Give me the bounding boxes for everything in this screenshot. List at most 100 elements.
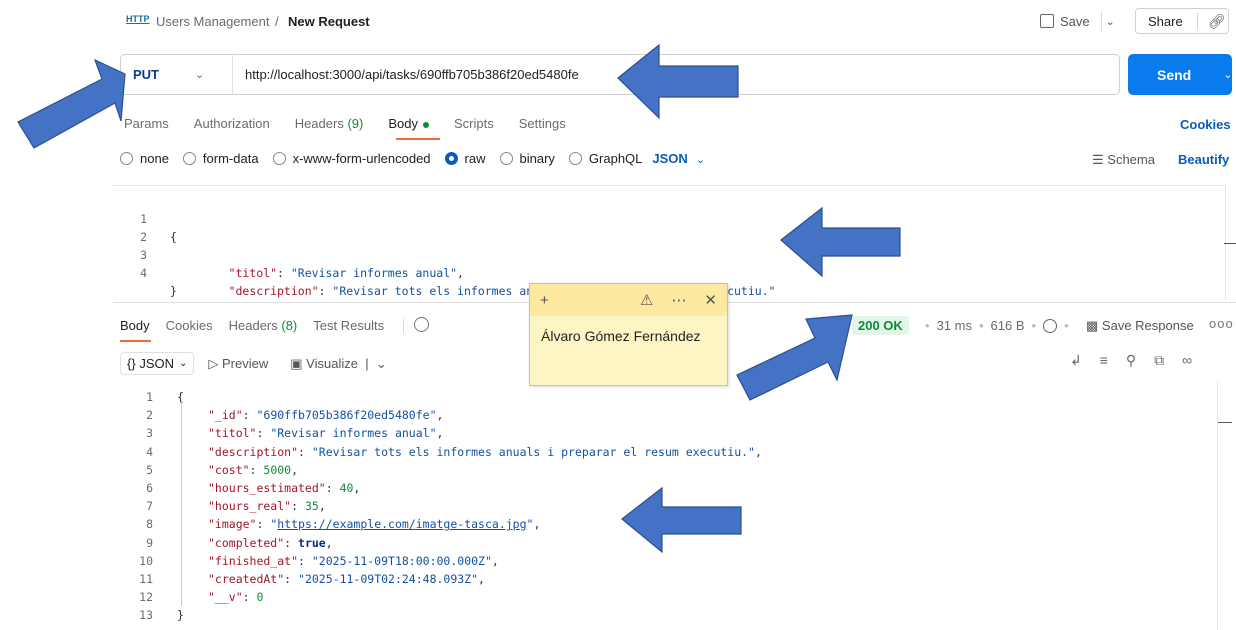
breadcrumb-parent[interactable]: Users Management	[156, 14, 269, 29]
radio-label: raw	[464, 151, 486, 166]
sliders-icon: ☰︎	[1092, 152, 1104, 167]
body-format-label: JSON	[652, 151, 688, 166]
line-number: 6	[146, 481, 153, 495]
json-link[interactable]: https://example.com/imatge-tasca.jpg	[277, 517, 526, 531]
json-key: "image"	[208, 517, 257, 532]
body-format-select[interactable]: JSON ⌄	[652, 151, 705, 166]
response-format-select[interactable]: {} JSON ⌄	[120, 352, 195, 375]
response-format-label: JSON	[139, 356, 174, 371]
active-tab-indicator	[396, 138, 440, 140]
chevron-down-icon: ⌄	[695, 154, 706, 166]
add-note-icon[interactable]: +	[540, 292, 549, 309]
tab-body[interactable]: Body	[388, 116, 429, 131]
radio-icon	[272, 152, 286, 165]
preview-button[interactable]: ▷ Preview	[208, 356, 268, 372]
tab-authorization[interactable]: Authorization	[194, 116, 270, 131]
line-number: 10	[139, 553, 153, 568]
close-icon[interactable]: ✕	[704, 291, 717, 309]
line-number: 13	[139, 608, 153, 623]
play-icon: ▷	[208, 355, 219, 371]
chevron-down-icon[interactable]: ⌄	[1223, 68, 1232, 81]
share-button[interactable]: Share 🔗︎	[1135, 8, 1229, 34]
save-button[interactable]: Save ⌄	[1040, 9, 1130, 33]
line-number: 8	[146, 517, 153, 532]
json-value: "690ffb705b386f20ed5480fe"	[256, 408, 437, 423]
tab-response-headers[interactable]: Headers (8)	[229, 318, 298, 333]
body-type-options: none form-data x-www-form-urlencoded raw…	[120, 151, 705, 166]
code-line: 2 "titol": "Revisar informes anual",	[113, 210, 464, 280]
radio-form-data[interactable]: form-data	[182, 151, 259, 166]
radio-raw[interactable]: raw	[444, 151, 486, 166]
json-key: "titol"	[208, 426, 257, 441]
active-tab-indicator	[120, 340, 151, 342]
scrollbar-marker	[1224, 243, 1236, 244]
tab-settings[interactable]: Settings	[519, 116, 566, 131]
method-label: PUT	[133, 67, 159, 82]
tab-headers[interactable]: Headers (9)	[295, 116, 364, 131]
schema-button[interactable]: ☰︎ Schema	[1092, 152, 1155, 168]
copy-icon[interactable]: ⧉	[1154, 352, 1164, 369]
more-options-icon[interactable]: ⋯	[671, 291, 686, 309]
line-number: 1	[146, 390, 153, 404]
tab-response-body[interactable]: Body	[120, 318, 150, 333]
save-response-label: Save Response	[1101, 318, 1194, 333]
visualize-button[interactable]: ▣ Visualize | ⌄	[290, 356, 386, 372]
divider	[1101, 11, 1102, 31]
sticky-note[interactable]: + ⚠︎ ⋯ ✕ Álvaro Gómez Fernández	[529, 283, 728, 386]
tab-headers-label: Headers	[294, 116, 344, 131]
response-tool-icons: ↲ ≡ ⚲ ⧉ ∞	[1070, 352, 1192, 369]
response-time[interactable]: 31 ms	[937, 318, 972, 333]
radio-icon	[182, 152, 196, 165]
save-icon	[1040, 14, 1054, 28]
chevron-down-icon[interactable]: ⌄	[1106, 15, 1115, 28]
search-icon[interactable]: ⚲	[1126, 352, 1136, 369]
line-number: 5	[146, 462, 153, 477]
response-size[interactable]: 616 B	[991, 318, 1025, 333]
url-input[interactable]: http://localhost:3000/api/tasks/690ffb70…	[233, 67, 579, 82]
tab-params[interactable]: Params	[124, 116, 169, 131]
chevron-down-icon: ⌄	[178, 358, 188, 369]
radio-label: none	[140, 151, 169, 166]
radio-urlencoded[interactable]: x-www-form-urlencoded	[272, 151, 431, 166]
cookies-link[interactable]: Cookies	[1180, 117, 1231, 132]
save-response-button[interactable]: ▩︎ Save Response	[1086, 318, 1194, 334]
sticky-note-text[interactable]: Álvaro Gómez Fernández	[530, 316, 727, 344]
radio-graphql[interactable]: GraphQL	[568, 151, 642, 166]
json-key: "completed"	[208, 535, 285, 550]
radio-binary[interactable]: binary	[499, 151, 555, 166]
json-key: "finished_at"	[208, 553, 299, 568]
divider	[1196, 13, 1198, 29]
json-value: "Revisar informes anual"	[270, 426, 437, 441]
radio-none[interactable]: none	[120, 151, 169, 166]
more-options-icon[interactable]: ooo	[1209, 316, 1234, 331]
json-key: "hours_real"	[208, 499, 292, 514]
link-icon[interactable]: 🔗︎	[1208, 13, 1226, 30]
method-select[interactable]: PUT ⌄	[121, 55, 233, 94]
response-body-viewer[interactable]: 1{2 "_id": "690ffb705b386f20ed5480fe", 3 "t…	[113, 382, 1225, 630]
wrap-icon[interactable]: ↲	[1070, 352, 1082, 369]
globe-icon[interactable]	[1043, 318, 1058, 333]
modified-dot	[422, 121, 429, 128]
tab-scripts[interactable]: Scripts	[454, 116, 494, 131]
line-number: 4	[140, 266, 147, 280]
visualize-label: Visualize	[306, 355, 358, 371]
scrollbar[interactable]	[1217, 382, 1218, 630]
json-value: 40	[339, 481, 354, 495]
beautify-button[interactable]: Beautify	[1178, 152, 1229, 167]
json-key: "createdAt"	[208, 572, 285, 586]
indent-guide	[181, 400, 182, 606]
code-line: 1 {	[113, 192, 177, 244]
filter-icon[interactable]: ≡	[1100, 352, 1108, 369]
tab-response-cookies[interactable]: Cookies	[166, 318, 213, 333]
breadcrumb-separator: /	[275, 14, 279, 29]
code-text: }	[177, 608, 184, 623]
tab-test-results[interactable]: Test Results	[313, 318, 384, 333]
status-badge[interactable]: 200 OK	[852, 316, 909, 335]
chevron-down-icon[interactable]: ⌄	[376, 356, 387, 371]
image-icon: ▣	[290, 355, 303, 371]
send-button[interactable]: Send ⌄	[1128, 54, 1232, 95]
warning-icon[interactable]: ⚠︎	[640, 291, 653, 309]
line-number: 9	[146, 535, 153, 550]
link-icon[interactable]: ∞	[1182, 352, 1192, 369]
history-icon[interactable]	[414, 317, 429, 332]
